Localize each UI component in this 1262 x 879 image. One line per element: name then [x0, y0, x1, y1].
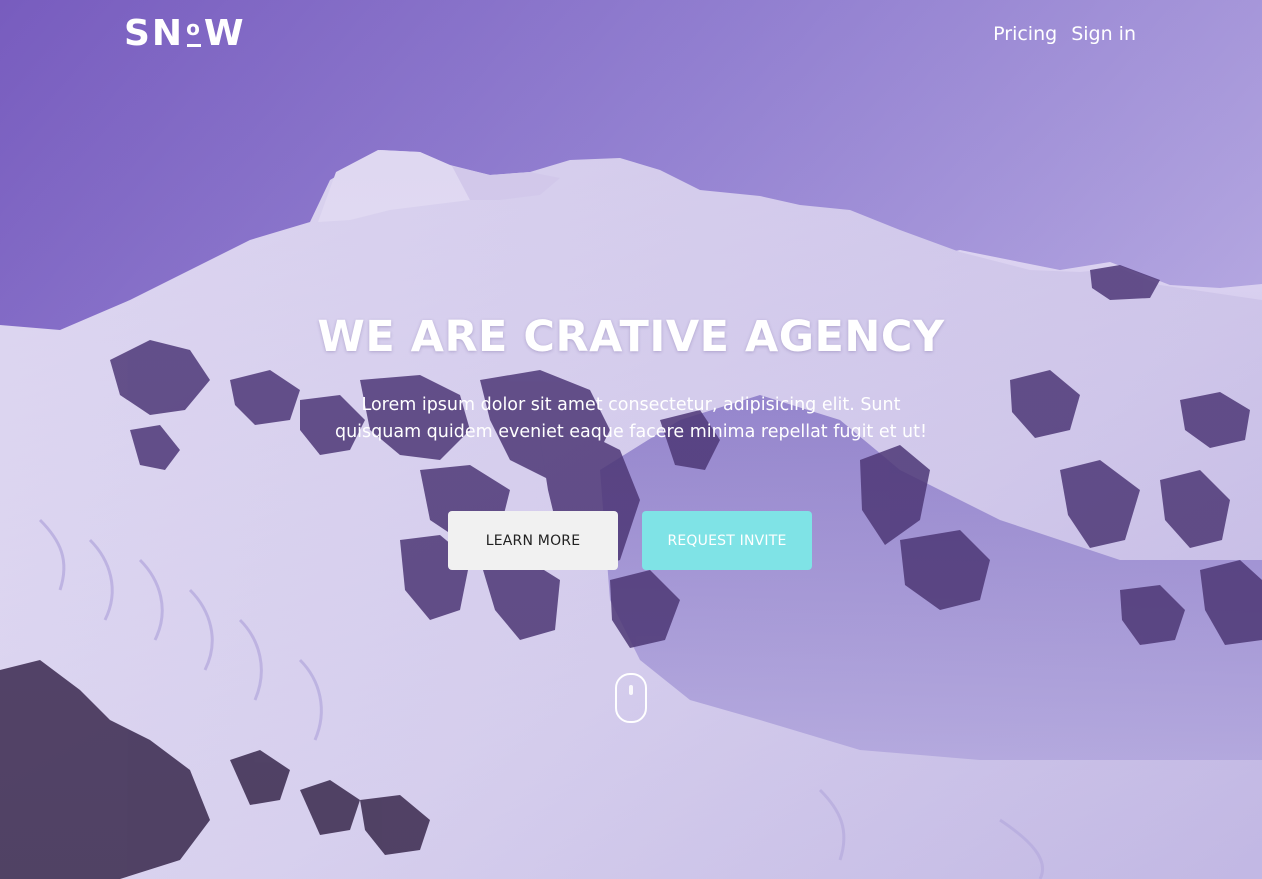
logo-text-o: o: [186, 16, 202, 47]
logo-text-left: SN: [124, 13, 185, 54]
snow-logo[interactable]: SN o W: [124, 14, 246, 54]
mouse-scroll-icon[interactable]: [615, 673, 647, 723]
hero-headline: WE ARE CRATIVE AGENCY: [317, 312, 945, 362]
top-navbar: SN o W Pricing Sign in: [0, 0, 1262, 70]
nav-links: Pricing Sign in: [993, 20, 1136, 48]
logo-text-right: W: [203, 13, 246, 54]
hero-subtext: Lorem ipsum dolor sit amet consectetur, …: [334, 395, 928, 442]
mouse-wheel-icon: [629, 685, 633, 695]
nav-link-pricing[interactable]: Pricing: [993, 20, 1057, 48]
learn-more-button[interactable]: LEARN MORE: [448, 511, 618, 570]
nav-link-sign-in[interactable]: Sign in: [1071, 20, 1136, 48]
hero-section: SN o W Pricing Sign in WE ARE CRATIVE AG…: [0, 0, 1262, 879]
request-invite-button[interactable]: REQUEST INVITE: [642, 511, 812, 570]
